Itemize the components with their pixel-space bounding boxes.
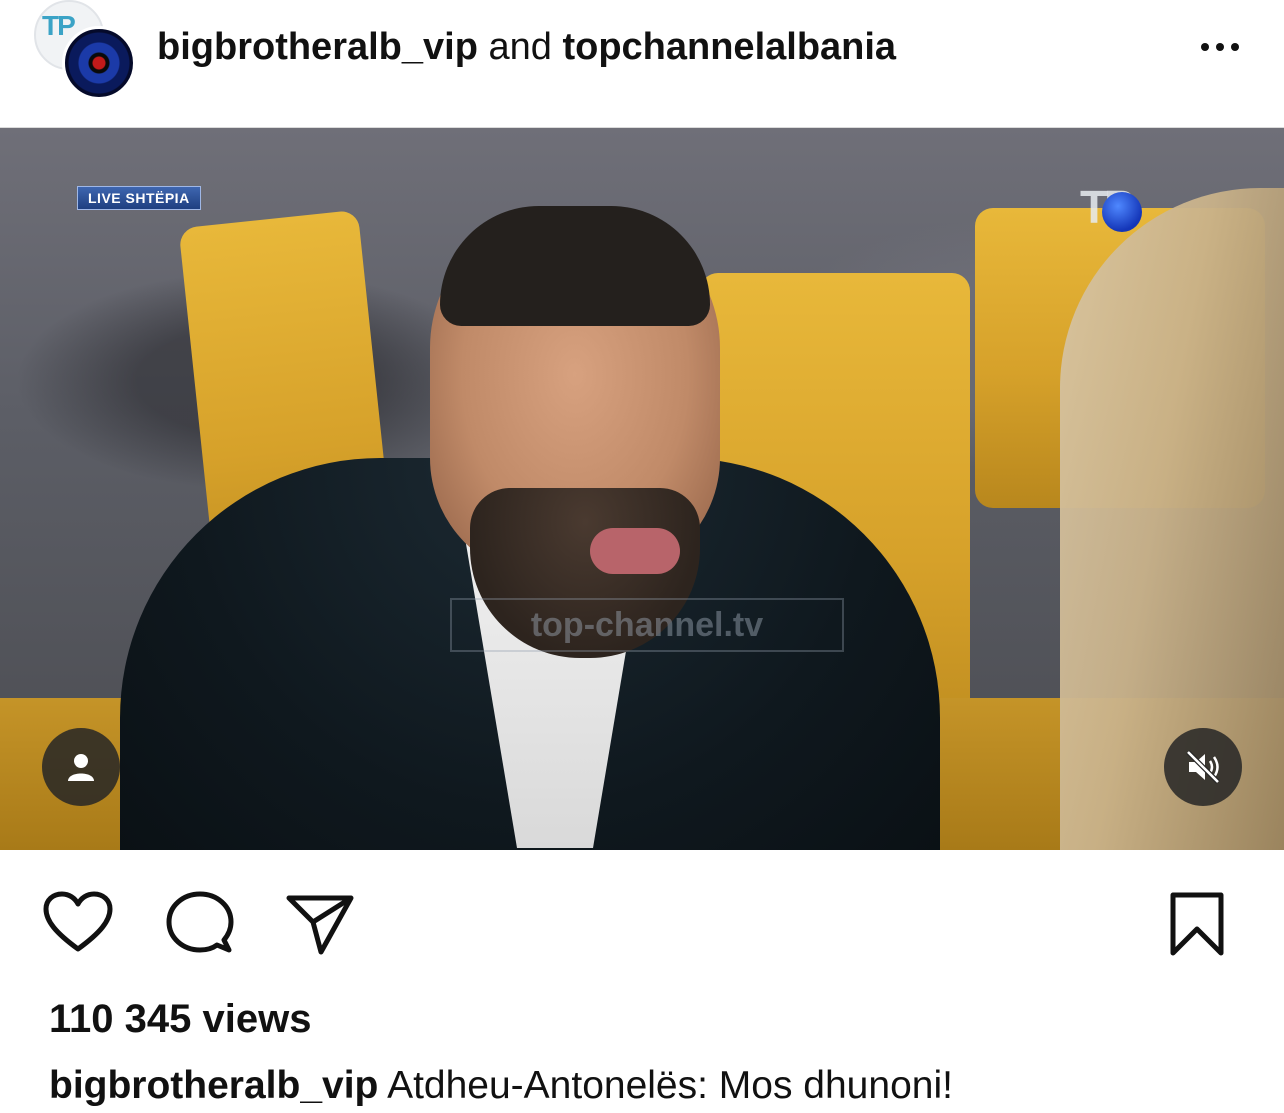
more-horizontal-icon: [1231, 43, 1239, 51]
comment-button[interactable]: [162, 888, 238, 958]
send-icon: [286, 895, 354, 955]
post-header: TP bigbrotheralb_vip and topchannelalban…: [0, 0, 1284, 128]
post-caption: bigbrotheralb_vip Atdheu-Antonelës: Mos …: [49, 1062, 953, 1110]
avatar-bigbrother[interactable]: [62, 26, 136, 100]
author-link-secondary[interactable]: topchannelalbania: [562, 26, 896, 68]
author-joiner: and: [488, 26, 552, 68]
channel-logo: TP: [1080, 180, 1180, 238]
mute-toggle-button[interactable]: [1164, 728, 1242, 806]
post-video[interactable]: LIVE SHTËPIA TP top-channel.tv: [0, 128, 1284, 850]
person-tag-icon: [68, 754, 94, 781]
channel-logo-dot: [1102, 192, 1142, 232]
view-count[interactable]: 110 345 views: [49, 995, 311, 1043]
save-button[interactable]: [1164, 888, 1230, 960]
post-actions-bar: [0, 850, 1284, 980]
video-watermark: top-channel.tv: [450, 598, 844, 652]
post-author-line: bigbrotheralb_vip and topchannelalbania: [157, 24, 896, 70]
share-button[interactable]: [283, 888, 357, 958]
tagged-people-button[interactable]: [42, 728, 120, 806]
author-link-primary[interactable]: bigbrotheralb_vip: [157, 26, 478, 68]
video-person-mouth: [590, 528, 680, 574]
topchannel-logo-icon: TP: [42, 10, 76, 41]
heart-icon: [43, 891, 113, 952]
caption-username[interactable]: bigbrotheralb_vip: [49, 1064, 378, 1107]
more-horizontal-icon: [1216, 43, 1224, 51]
caption-text: Atdheu-Antonelës: Mos dhunoni!: [387, 1064, 953, 1107]
more-options-button[interactable]: [1190, 30, 1250, 64]
like-button[interactable]: [40, 888, 116, 958]
speaker-muted-icon: [1186, 750, 1220, 784]
more-horizontal-icon: [1201, 43, 1209, 51]
live-badge: LIVE SHTËPIA: [77, 186, 201, 210]
bookmark-icon: [1170, 892, 1224, 956]
comment-icon: [166, 891, 234, 953]
